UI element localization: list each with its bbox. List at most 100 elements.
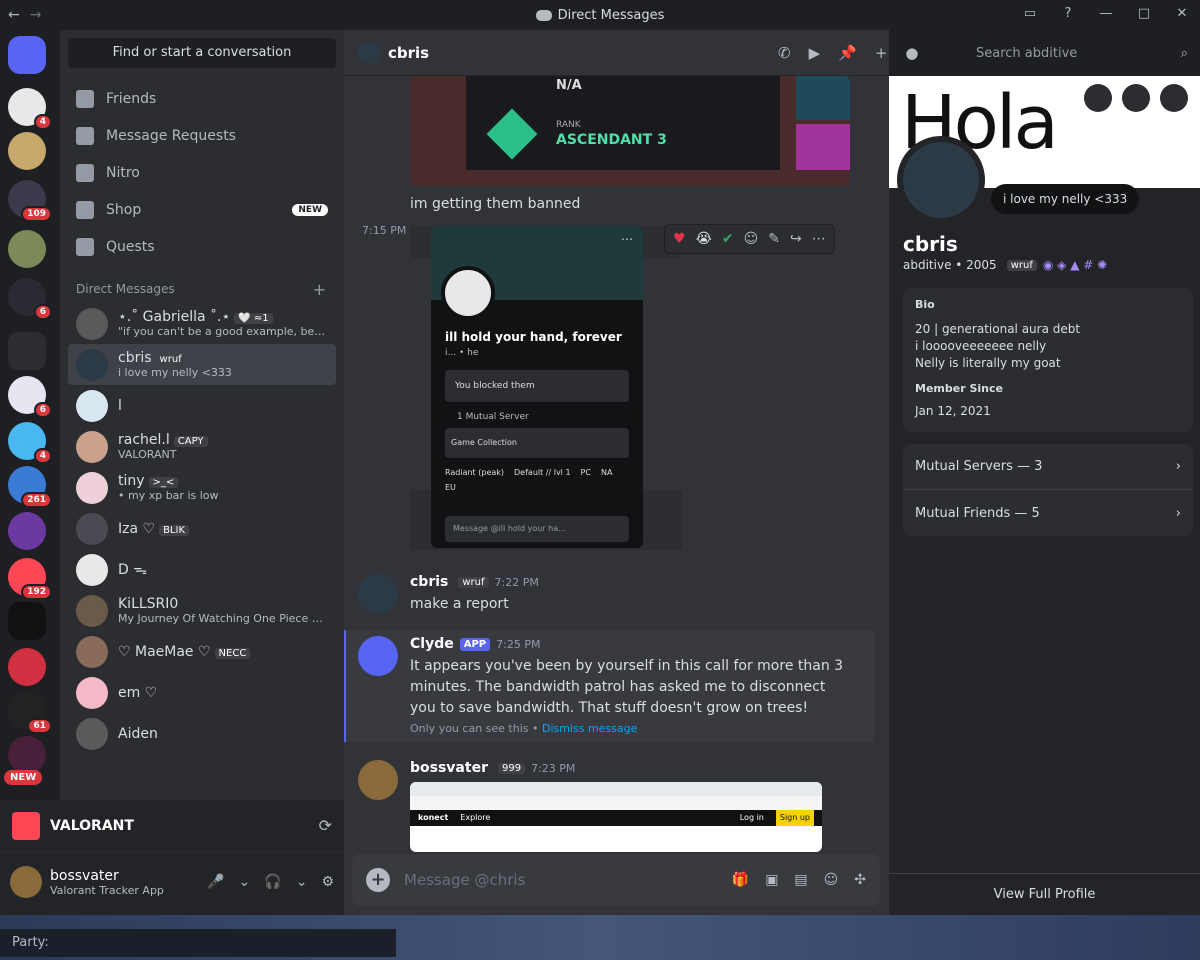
search-icon: ⌕ [1180, 46, 1188, 61]
server-icon[interactable]: 261 [8, 466, 52, 508]
server-icon[interactable] [8, 230, 46, 268]
blocked-notice: You blocked them [445, 370, 629, 402]
valorant-logo-icon [12, 811, 40, 840]
mutual-servers-row[interactable]: Mutual Servers — 3 › [903, 444, 1193, 490]
rank-card: N/A RANK ASCENDANT 3 [466, 76, 780, 170]
home-button[interactable] [8, 36, 46, 74]
apps-icon[interactable]: ✣ [854, 872, 866, 888]
view-full-profile-button[interactable]: View Full Profile [889, 873, 1200, 915]
headphones-icon[interactable]: 🎧 [264, 874, 281, 890]
create-dm-icon[interactable]: + [313, 280, 326, 299]
add-friend-icon[interactable] [1084, 84, 1112, 112]
server-icon[interactable]: 4 [8, 422, 52, 464]
activity-panel[interactable]: VALORANT ⟳ [0, 800, 344, 852]
close-button[interactable]: ✕ [1174, 6, 1190, 21]
profile-popup: ⋯ ill hold your hand, forever i... • he … [431, 226, 643, 548]
server-icon[interactable]: 61 [8, 692, 52, 734]
back-arrow-icon[interactable]: ← [8, 7, 20, 23]
heart-icon[interactable]: ♥ [673, 231, 686, 247]
voice-call-icon[interactable]: ✆ [778, 44, 791, 62]
chevron-down-icon[interactable]: ⌄ [239, 874, 251, 890]
gift-icon[interactable] [1122, 84, 1150, 112]
microphone-icon[interactable]: 🎤 [207, 874, 224, 890]
inbox-icon[interactable]: ▭ [1022, 6, 1038, 21]
server-icon[interactable] [8, 602, 46, 640]
server-icon[interactable] [8, 736, 46, 774]
server-icon[interactable] [8, 512, 46, 550]
stream-icon[interactable]: ⟳ [319, 816, 332, 835]
server-icon[interactable] [8, 648, 46, 686]
nav-shop[interactable]: Shop NEW [60, 191, 344, 228]
server-icon[interactable]: 109 [8, 180, 52, 222]
gear-icon[interactable]: ⚙ [321, 874, 334, 890]
attach-plus-button[interactable]: + [366, 868, 390, 892]
chevron-down-icon[interactable]: ⌄ [296, 874, 308, 890]
avatar[interactable] [358, 760, 398, 800]
chat-header-tools: ✆ ▶ 📌 + ● [778, 30, 918, 76]
user-panel: VALORANT ⟳ bossvater Valorant Tracker App… [0, 800, 344, 915]
server-icon[interactable]: 4 [8, 88, 52, 130]
party-field[interactable]: Party: [0, 929, 396, 957]
more-icon[interactable]: ⋯ [812, 231, 826, 247]
embedded-image[interactable]: N/A RANK ASCENDANT 3 [410, 76, 850, 186]
gif-icon[interactable]: ▣ [765, 872, 778, 888]
new-badge[interactable]: NEW [4, 770, 43, 785]
gift-icon[interactable]: 🎁 [732, 872, 749, 888]
dm-item[interactable]: tiny >_< • my xp bar is low [68, 467, 336, 508]
dm-item[interactable]: Aiden [68, 713, 336, 754]
quests-icon [76, 237, 94, 256]
avatar[interactable] [10, 866, 42, 898]
more-icon[interactable] [1160, 84, 1188, 112]
dm-item-active[interactable]: cbris wruf i love my nelly <333 [68, 344, 336, 385]
help-icon[interactable]: ? [1060, 6, 1076, 21]
unread-badge: 261 [21, 492, 52, 508]
dm-item[interactable]: Iza ♡ BLIK [68, 508, 336, 549]
dm-item[interactable]: D ᯓ [68, 549, 336, 590]
mutual-friends-row[interactable]: Mutual Friends — 5 › [903, 490, 1193, 536]
crying-face-icon[interactable]: 😭 [696, 231, 712, 247]
search-input[interactable]: Search abditive ⌕ [968, 40, 1196, 68]
nav-quests[interactable]: Quests [60, 228, 344, 265]
server-icon[interactable] [8, 132, 46, 170]
dm-header: Direct Messages + [76, 279, 326, 299]
dm-sidebar: Find or start a conversation Friends Mes… [60, 30, 344, 800]
emoji-icon[interactable]: ☺ [824, 872, 839, 888]
dm-item[interactable]: ♡ MaeMae ♡ NECC [68, 631, 336, 672]
avatar[interactable] [358, 574, 398, 614]
user-profile-icon[interactable]: ● [905, 44, 918, 62]
dm-item[interactable]: KiLLSRI0 My Journey Of Watching One Piece… [68, 590, 336, 631]
add-friends-icon[interactable]: + [875, 44, 888, 62]
dm-item[interactable]: em ♡ [68, 672, 336, 713]
folder-icon[interactable] [8, 332, 46, 370]
edit-icon[interactable]: ✎ [768, 231, 780, 247]
dm-item[interactable]: ⋆.˚ Gabriella ˚.⋆ 🤍 ≈1 "if you can't be a … [68, 303, 336, 344]
nav-friends[interactable]: Friends [60, 80, 344, 117]
forward-arrow-icon[interactable]: → [30, 7, 42, 23]
avatar [76, 512, 108, 545]
minimize-button[interactable]: — [1098, 6, 1114, 21]
server-icon[interactable]: 192 [8, 558, 52, 600]
find-conversation-button[interactable]: Find or start a conversation [68, 38, 336, 68]
sticker-icon[interactable]: ▤ [794, 872, 807, 888]
message-toolbar: ♥ 😭 ✔ ☺ ✎ ↪ ⋯ [664, 224, 835, 254]
dismiss-link[interactable]: Dismiss message [542, 722, 637, 735]
more-icon[interactable]: ⋯ [621, 232, 633, 246]
reply-icon[interactable]: ↪ [790, 231, 802, 247]
dm-item[interactable]: l [68, 385, 336, 426]
maximize-button[interactable]: □ [1136, 6, 1152, 21]
avatar[interactable] [358, 636, 398, 676]
pin-icon[interactable]: 📌 [838, 44, 857, 62]
screenshot-attachment[interactable]: konect Explore Log in Sign up [410, 782, 822, 852]
message-input[interactable]: Message @chris [404, 871, 718, 889]
dm-item[interactable]: rachel.l CAPY VALORANT [68, 426, 336, 467]
video-call-icon[interactable]: ▶ [809, 44, 821, 62]
mutual-server-row[interactable]: Game Collection [445, 428, 629, 458]
profile-avatar[interactable] [897, 136, 985, 224]
check-icon[interactable]: ✔ [722, 231, 734, 247]
emoji-icon[interactable]: ☺ [744, 231, 759, 247]
nav-message-requests[interactable]: Message Requests [60, 117, 344, 154]
nav-nitro[interactable]: Nitro [60, 154, 344, 191]
popup-message-input[interactable]: Message @ill hold your ha... [445, 516, 629, 542]
server-icon[interactable]: 6 [8, 278, 52, 320]
server-icon[interactable]: 6 [8, 376, 52, 418]
